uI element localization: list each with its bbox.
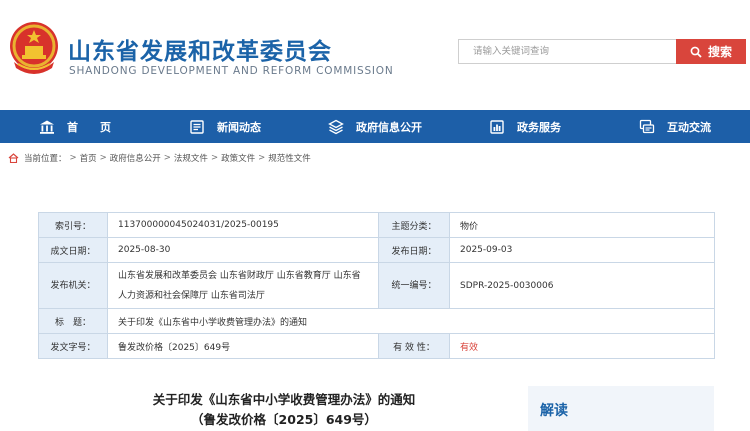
unified-code-label: 统一编号： — [378, 262, 450, 309]
table-row: 成文日期： 2025-08-30 发布日期： 2025-09-03 — [38, 237, 715, 263]
published-date-label: 发布日期： — [378, 237, 450, 263]
validity-label: 有 效 性： — [378, 333, 450, 359]
nav-item-info-disclosure[interactable]: 政府信息公开 — [300, 110, 450, 143]
created-date-label: 成文日期： — [38, 237, 108, 263]
site-title: 山东省发展和改革委员会 — [68, 39, 332, 65]
nav-label-news: 新闻动态 — [217, 120, 261, 134]
index-label: 索引号： — [38, 212, 108, 238]
document-info-table: 索引号： 113700000045024031/2025-00195 主题分类：… — [38, 212, 715, 359]
search-button[interactable]: 搜索 — [676, 39, 746, 64]
nav-item-news[interactable]: 新闻动态 — [150, 110, 300, 143]
breadcrumb: 当前位置： > 首页 > 政府信息公开 > 法规文件 > 政策文件 > 规范性文… — [8, 151, 311, 165]
breadcrumb-item-home[interactable]: 首页 — [80, 152, 97, 164]
validity-value: 有效 — [449, 333, 715, 359]
info-icon — [328, 119, 344, 134]
doc-number-label: 发文字号： — [38, 333, 108, 359]
doc-number-value: 鲁发改价格〔2025〕649号 — [107, 333, 379, 359]
breadcrumb-prefix: 当前位置： — [24, 154, 67, 164]
main-nav: 首 页 新闻动态 政府信息公开 政务服务 互动交流 — [0, 110, 750, 143]
breadcrumb-item-policies[interactable]: 政策文件 — [221, 152, 255, 164]
news-icon — [190, 119, 204, 134]
site-header: 山东省发展和改革委员会 SHANDONG DEVELOPMENT AND REF… — [0, 0, 750, 110]
issuer-label: 发布机关： — [38, 262, 108, 309]
unified-code-value: SDPR-2025-0030006 — [449, 262, 715, 309]
national-emblem-icon — [10, 22, 58, 74]
interpretation-title: 解读 — [540, 403, 568, 419]
nav-label-services: 政务服务 — [517, 120, 561, 134]
nav-item-interaction[interactable]: 互动交流 — [600, 110, 750, 143]
table-row: 标 题： 关于印发《山东省中小学收费管理办法》的通知 — [38, 308, 715, 334]
article-doc-number: （鲁发改价格〔2025〕649号） — [191, 412, 377, 427]
site-subtitle: SHANDONG DEVELOPMENT AND REFORM COMMISSI… — [69, 65, 394, 77]
search-input[interactable] — [458, 39, 676, 64]
title-label: 标 题： — [38, 308, 108, 334]
article-title: 关于印发《山东省中小学收费管理办法》的通知 — [152, 392, 416, 407]
service-icon — [490, 119, 504, 134]
search-icon — [690, 46, 702, 58]
category-label: 主题分类： — [378, 212, 450, 238]
breadcrumb-item-normative[interactable]: 规范性文件 — [268, 152, 311, 164]
nav-item-services[interactable]: 政务服务 — [450, 110, 600, 143]
published-date-value: 2025-09-03 — [449, 237, 715, 263]
index-value: 113700000045024031/2025-00195 — [107, 212, 379, 238]
nav-label-info-disclosure: 政府信息公开 — [356, 120, 422, 134]
home-icon — [40, 120, 54, 134]
created-date-value: 2025-08-30 — [107, 237, 379, 263]
table-row: 发布机关： 山东省发展和改革委员会 山东省财政厅 山东省教育厅 山东省人力资源和… — [38, 262, 715, 309]
breadcrumb-item-info[interactable]: 政府信息公开 — [110, 152, 161, 164]
table-row: 索引号： 113700000045024031/2025-00195 主题分类：… — [38, 212, 715, 238]
interpretation-panel: 解读 — [528, 386, 714, 431]
nav-label-home: 首 页 — [67, 120, 111, 134]
search-button-label: 搜索 — [707, 45, 732, 59]
nav-label-interaction: 互动交流 — [667, 120, 711, 134]
category-value: 物价 — [449, 212, 715, 238]
nav-item-home[interactable]: 首 页 — [0, 110, 150, 143]
breadcrumb-item-regulations[interactable]: 法规文件 — [174, 152, 208, 164]
title-value: 关于印发《山东省中小学收费管理办法》的通知 — [107, 308, 715, 334]
table-row: 发文字号： 鲁发改价格〔2025〕649号 有 效 性： 有效 — [38, 333, 715, 359]
chat-icon — [639, 119, 655, 133]
issuer-value: 山东省发展和改革委员会 山东省财政厅 山东省教育厅 山东省人力资源和社会保障厅 … — [107, 262, 379, 309]
location-home-icon — [8, 153, 19, 163]
